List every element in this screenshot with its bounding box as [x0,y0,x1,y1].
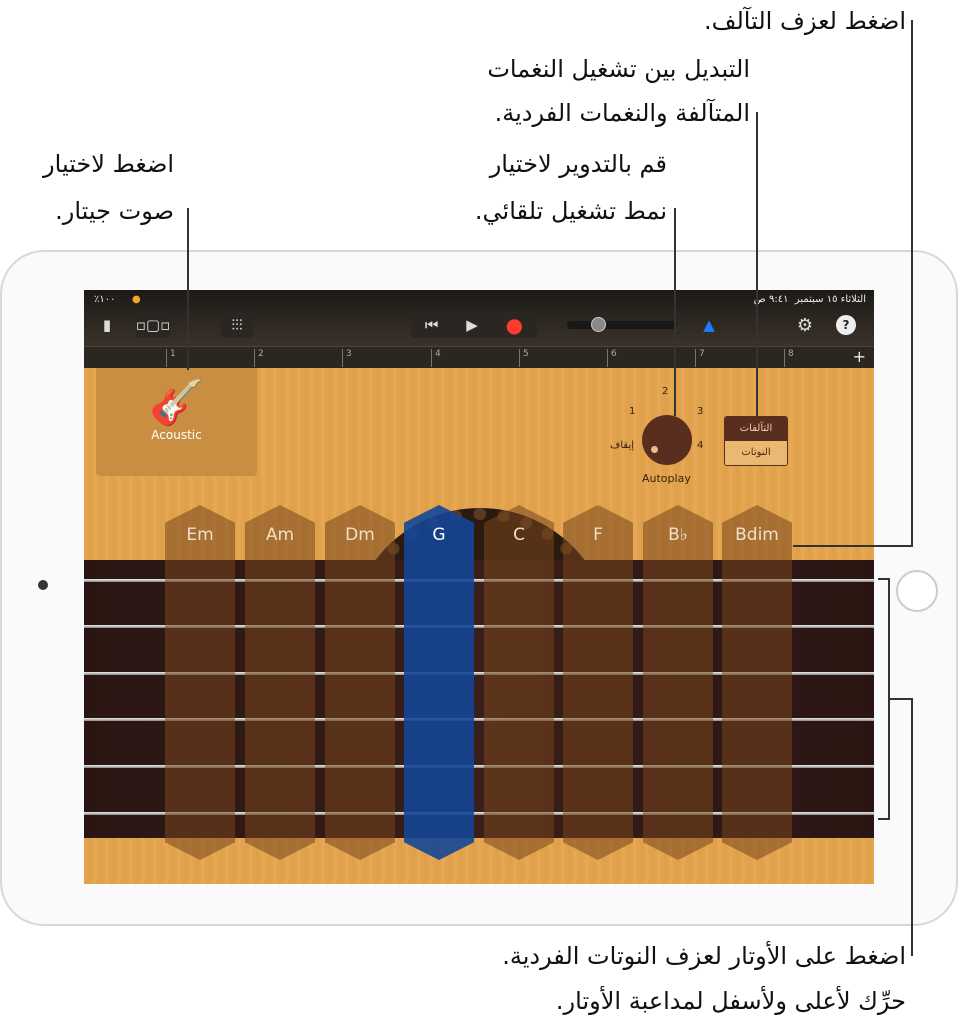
add-section-button[interactable]: + [853,347,866,366]
status-time-date: الثلاثاء ١٥ سبتمبر ٩:٤١ ص [754,294,866,305]
play-icon[interactable]: ▶ [466,316,478,334]
document-icon[interactable]: ▮ [94,312,120,338]
annotation-sound-2: صوت جيتار. [55,197,174,225]
chord-strip[interactable]: C [484,505,554,860]
chord-strip[interactable]: B♭ [643,505,713,860]
autoplay-off: إيقاف [610,440,635,451]
chord-strip[interactable]: Am [245,505,315,860]
chord-strip-selected[interactable]: G [404,505,474,860]
annotation-sound-1: اضغط لاختيار [43,150,174,178]
chords-notes-toggle: التآلفات النوتات [724,416,788,466]
callout-line [674,208,676,416]
rewind-icon[interactable]: ⏮ [425,316,439,334]
callout-line [793,545,913,547]
autoplay-label: Autoplay [642,472,691,485]
callout-bracket [878,578,888,580]
autoplay-knob[interactable] [642,415,692,465]
transport-controls: ⏮ ▶ ● [411,312,537,338]
notes-mode-button[interactable]: النوتات [725,441,787,465]
annotation-strings-1: اضغط على الأوتار لعزف النوتات الفردية. [502,942,906,970]
chord-strip[interactable]: Em [165,505,235,860]
metronome-icon[interactable]: ▲ [696,312,722,338]
ruler-bar: 1 [166,349,176,367]
guitar-body: 🎸 Acoustic 1 2 3 4 إيقاف Autoplay التآلف… [84,368,874,884]
annotation-strings-2: حرِّك لأعلى ولأسفل لمداعبة الأوتار. [555,987,906,1015]
annotation-autoplay-2: نمط تشغيل تلقائي. [474,197,667,225]
ruler-bar: 5 [519,349,529,367]
ruler-bar: 4 [431,349,441,367]
status-date: الثلاثاء ١٥ سبتمبر [794,294,866,305]
chord-strip[interactable]: Bdim [722,505,792,860]
chords-mode-button[interactable]: التآلفات [725,417,787,441]
ruler-bar: 7 [695,349,705,367]
ruler-bar: 2 [254,349,264,367]
autoplay-position: 3 [697,406,704,417]
annotation-chords: اضغط لعزف التآلف. [704,7,906,35]
callout-line [187,208,189,370]
view-toggle-icon[interactable]: ▫▢▫ [136,312,170,338]
chord-strip[interactable]: Dm [325,505,395,860]
help-icon[interactable]: ? [836,315,856,335]
annotation-toggle-2: المتآلفة والنغمات الفردية. [494,99,750,127]
status-time: ٩:٤١ ص [753,294,789,305]
ruler-bar: 8 [784,349,794,367]
callout-line [756,112,758,416]
ruler-bar: 6 [607,349,617,367]
settings-icon[interactable]: ⚙ [792,312,818,338]
home-button[interactable] [896,570,938,612]
callout-line [911,698,913,956]
battery-status: ٪١٠٠ [94,294,116,305]
annotation-toggle-1: التبديل بين تشغيل النغمات [487,55,750,83]
callout-line [911,20,913,547]
autoplay-position: 4 [697,440,704,451]
callout-line [888,698,912,700]
instrument-name: Acoustic [151,428,202,442]
autoplay-position: 2 [662,386,669,397]
mixer-icon[interactable]: ⫶⫶⫶ [221,312,253,338]
autoplay-position: 1 [629,406,636,417]
annotation-autoplay-1: قم بالتدوير لاختيار [489,150,667,178]
instrument-selector[interactable]: 🎸 Acoustic [96,368,257,476]
ruler-bar: 3 [342,349,352,367]
record-icon[interactable]: ● [506,313,523,337]
camera [38,580,48,590]
volume-slider[interactable] [567,317,677,332]
callout-bracket [878,818,888,820]
acoustic-guitar-icon: 🎸 [149,377,204,428]
chord-strip[interactable]: F [563,505,633,860]
